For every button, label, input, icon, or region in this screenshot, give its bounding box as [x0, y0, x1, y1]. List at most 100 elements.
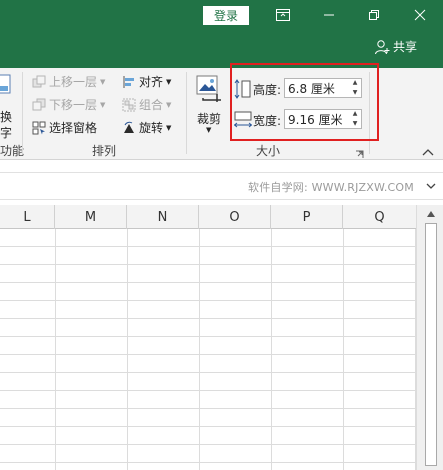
grid-line — [0, 354, 416, 355]
grid-line — [0, 462, 416, 463]
grid-line — [55, 229, 56, 470]
send-backward-button[interactable]: 下移一层 ▼ — [32, 96, 105, 113]
ribbon-separator — [369, 72, 370, 154]
height-value: 6.8 厘米 — [288, 81, 335, 96]
collapse-ribbon-button[interactable] — [421, 146, 435, 156]
chevron-up-icon — [427, 211, 435, 217]
crop-label: 裁剪 — [197, 112, 222, 126]
ribbon-display-options-button[interactable] — [268, 3, 298, 27]
grid-line — [0, 300, 416, 301]
grid-line — [0, 318, 416, 319]
group-button[interactable]: 组合 ▼ — [122, 96, 171, 113]
ribbon-separator — [22, 72, 23, 154]
ribbon-display-icon — [276, 9, 290, 21]
crop-button[interactable]: 裁剪 ▼ — [194, 72, 224, 138]
vertical-scrollbar[interactable] — [416, 205, 443, 470]
alt-text-label-1: 换 — [0, 110, 13, 124]
grid-line — [0, 408, 416, 409]
picture-icon — [0, 74, 11, 94]
width-value: 9.16 厘米 — [288, 112, 343, 127]
send-backward-label: 下移一层 — [49, 98, 98, 112]
minimize-button[interactable] — [314, 3, 344, 27]
spin-down-icon[interactable]: ▼ — [353, 89, 358, 97]
arrange-group-label: 排列 — [92, 144, 117, 158]
grid-line — [199, 229, 200, 470]
height-label: 高度: — [253, 83, 282, 97]
size-dialog-launcher[interactable] — [355, 148, 364, 158]
chevron-down-icon: ▼ — [166, 123, 172, 132]
grid-line — [127, 229, 128, 470]
person-add-icon — [375, 39, 390, 54]
crop-icon — [196, 75, 221, 102]
align-label: 对齐 — [139, 75, 164, 89]
column-header-q[interactable]: Q — [343, 205, 416, 229]
column-header-n[interactable]: N — [127, 205, 199, 229]
bring-forward-label: 上移一层 — [49, 75, 98, 89]
send-backward-icon — [32, 98, 46, 110]
minimize-icon — [324, 14, 334, 16]
size-group-label: 大小 — [256, 144, 281, 158]
chevron-up-icon — [422, 149, 434, 156]
width-input[interactable]: 9.16 厘米 ▲ ▼ — [284, 109, 362, 129]
column-header-l[interactable]: L — [0, 205, 55, 229]
share-button[interactable]: 共享 — [374, 38, 417, 55]
grid-line — [0, 246, 416, 247]
height-input[interactable]: 6.8 厘米 ▲ ▼ — [284, 78, 362, 98]
spin-up-icon[interactable]: ▲ — [353, 79, 358, 87]
alt-text-label-2: 字 — [0, 126, 13, 140]
rotate-icon — [124, 121, 134, 133]
chevron-down-icon: ▼ — [100, 100, 106, 109]
grid-line — [0, 264, 416, 265]
rotate-label: 旋转 — [139, 121, 164, 135]
chevron-down-icon — [426, 183, 436, 189]
column-header-m[interactable]: M — [55, 205, 127, 229]
dialog-launcher-icon — [356, 150, 364, 158]
restore-button[interactable] — [359, 3, 389, 27]
bring-forward-button[interactable]: 上移一层 ▼ — [32, 73, 105, 90]
shape-height-icon — [234, 79, 251, 99]
watermark-text: 软件自学网: WWW.RJZXW.COM — [248, 181, 414, 194]
selection-pane-label: 选择窗格 — [49, 121, 98, 135]
width-label: 宽度: — [253, 114, 282, 128]
ribbon-separator — [186, 72, 187, 154]
chevron-down-icon: ▼ — [166, 77, 172, 86]
worksheet-grid[interactable] — [0, 205, 416, 470]
width-spinner[interactable]: ▲ ▼ — [349, 110, 361, 128]
spin-up-icon[interactable]: ▲ — [353, 110, 358, 118]
selection-pane-button[interactable]: 选择窗格 — [32, 119, 97, 136]
grid-line — [0, 444, 416, 445]
shape-width-icon — [234, 111, 252, 128]
title-bar: 登录 共享 — [0, 0, 443, 68]
align-button[interactable]: 对齐 ▼ — [122, 73, 171, 90]
scrollbar-thumb[interactable] — [425, 223, 437, 466]
bring-forward-icon — [32, 75, 46, 87]
chevron-down-icon: ▼ — [100, 77, 106, 86]
close-icon — [414, 9, 426, 21]
alt-text-button[interactable]: 换 字 — [0, 72, 14, 140]
grid-line — [0, 426, 416, 427]
group-icon — [122, 98, 136, 111]
restore-icon — [369, 10, 379, 20]
column-header-row: L M N O P Q — [0, 205, 416, 229]
grid-line — [0, 390, 416, 391]
chevron-down-icon: ▼ — [206, 126, 212, 134]
spin-down-icon[interactable]: ▼ — [353, 120, 358, 128]
column-header-p[interactable]: P — [271, 205, 343, 229]
grid-line — [0, 336, 416, 337]
group-label: 组合 — [139, 98, 164, 112]
login-button[interactable]: 登录 — [203, 6, 249, 25]
accessibility-group-label: 功能 — [0, 144, 25, 158]
grid-line — [343, 229, 344, 470]
scroll-up-button[interactable] — [425, 208, 437, 220]
grid-line — [271, 229, 272, 470]
close-button[interactable] — [405, 3, 435, 27]
share-label: 共享 — [393, 40, 418, 54]
grid-line — [0, 372, 416, 373]
height-spinner[interactable]: ▲ ▼ — [349, 79, 361, 97]
ribbon: 换 字 功能 上移一层 ▼ 下移一层 ▼ 选择窗格 对齐 ▼ 组合 ▼ 旋转 ▼… — [0, 68, 443, 160]
rotate-button[interactable]: 旋转 ▼ — [122, 119, 171, 136]
column-header-o[interactable]: O — [199, 205, 271, 229]
chevron-down-icon: ▼ — [166, 100, 172, 109]
formula-bar[interactable]: 软件自学网: WWW.RJZXW.COM — [0, 172, 443, 200]
formula-bar-expand-button[interactable] — [422, 177, 440, 195]
